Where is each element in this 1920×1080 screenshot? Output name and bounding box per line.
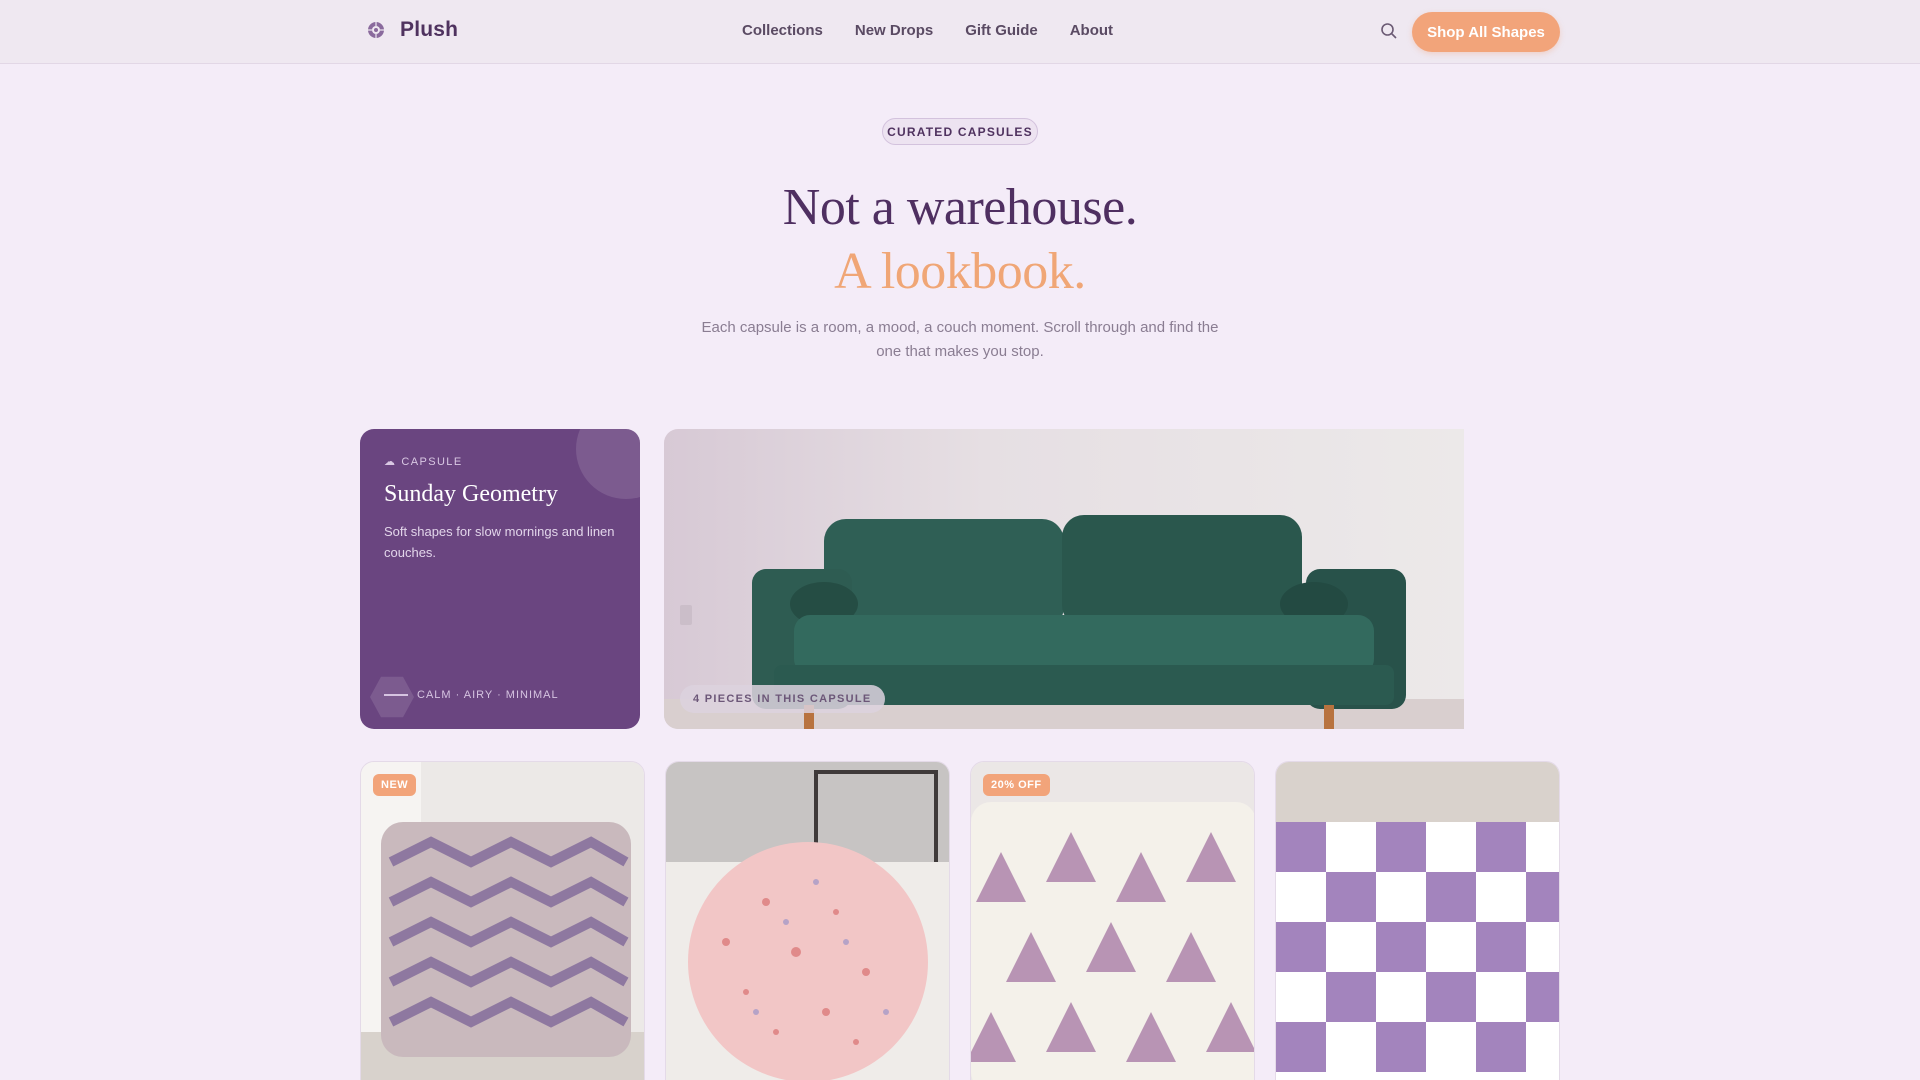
capsule-description: Soft shapes for slow mornings and linen …	[384, 524, 615, 560]
product-card[interactable]	[1275, 761, 1560, 1080]
geometric-pillow-image	[361, 762, 644, 1080]
round-terrazzo-pillow-image	[666, 762, 949, 1080]
nav-gift-guide[interactable]: Gift Guide	[965, 22, 1038, 39]
cloud-icon: ☁	[384, 456, 397, 468]
green-velvet-sofa-icon	[664, 515, 1464, 729]
product-badge: 20% OFF	[983, 774, 1050, 796]
triangle-pillow-image	[971, 762, 1254, 1080]
flower-logo-icon	[364, 18, 388, 42]
tag-divider-line	[384, 694, 408, 696]
pieces-count-badge: 4 PIECES IN THIS CAPSULE	[680, 685, 885, 713]
search-icon[interactable]	[1380, 22, 1400, 42]
nav-about[interactable]: About	[1070, 22, 1113, 39]
capsule-tags: CALM · AIRY · MINIMAL	[384, 689, 559, 701]
capsule-tags-text: CALM · AIRY · MINIMAL	[417, 689, 559, 701]
product-card[interactable]: 20% OFF	[970, 761, 1255, 1080]
brand-name: Plush	[400, 18, 459, 41]
capsule-card[interactable]: ☁ CAPSULE Sunday Geometry Soft shapes fo…	[360, 429, 640, 729]
shop-all-shapes-button[interactable]: Shop All Shapes	[1412, 12, 1560, 52]
product-card[interactable]	[665, 761, 950, 1080]
hero-description: Each capsule is a room, a mood, a couch …	[701, 319, 1219, 360]
nav-collections[interactable]: Collections	[742, 22, 823, 39]
product-badge: NEW	[373, 774, 417, 796]
decorative-circle	[576, 429, 640, 499]
brand-logo[interactable]: Plush	[364, 18, 458, 42]
site-header: Plush Collections New Drops Gift Guide A…	[0, 0, 1920, 64]
nav-new-drops[interactable]: New Drops	[855, 22, 933, 39]
section-eyebrow-badge: CURATED CAPSULES	[882, 118, 1038, 145]
hero-title-line2: A lookbook.	[834, 243, 1086, 300]
main-nav: Collections New Drops Gift Guide About	[742, 22, 1113, 39]
capsule-title: Sunday Geometry	[384, 481, 558, 507]
capsule-hero-image[interactable]: 4 PIECES IN THIS CAPSULE	[664, 429, 1464, 729]
checkered-pillow-image	[1276, 762, 1559, 1080]
hero-title-line1: Not a warehouse.	[782, 179, 1138, 236]
product-card[interactable]: NEW	[360, 761, 645, 1080]
capsule-label-text: CAPSULE	[401, 455, 463, 468]
capsule-label: ☁ CAPSULE	[384, 455, 463, 469]
